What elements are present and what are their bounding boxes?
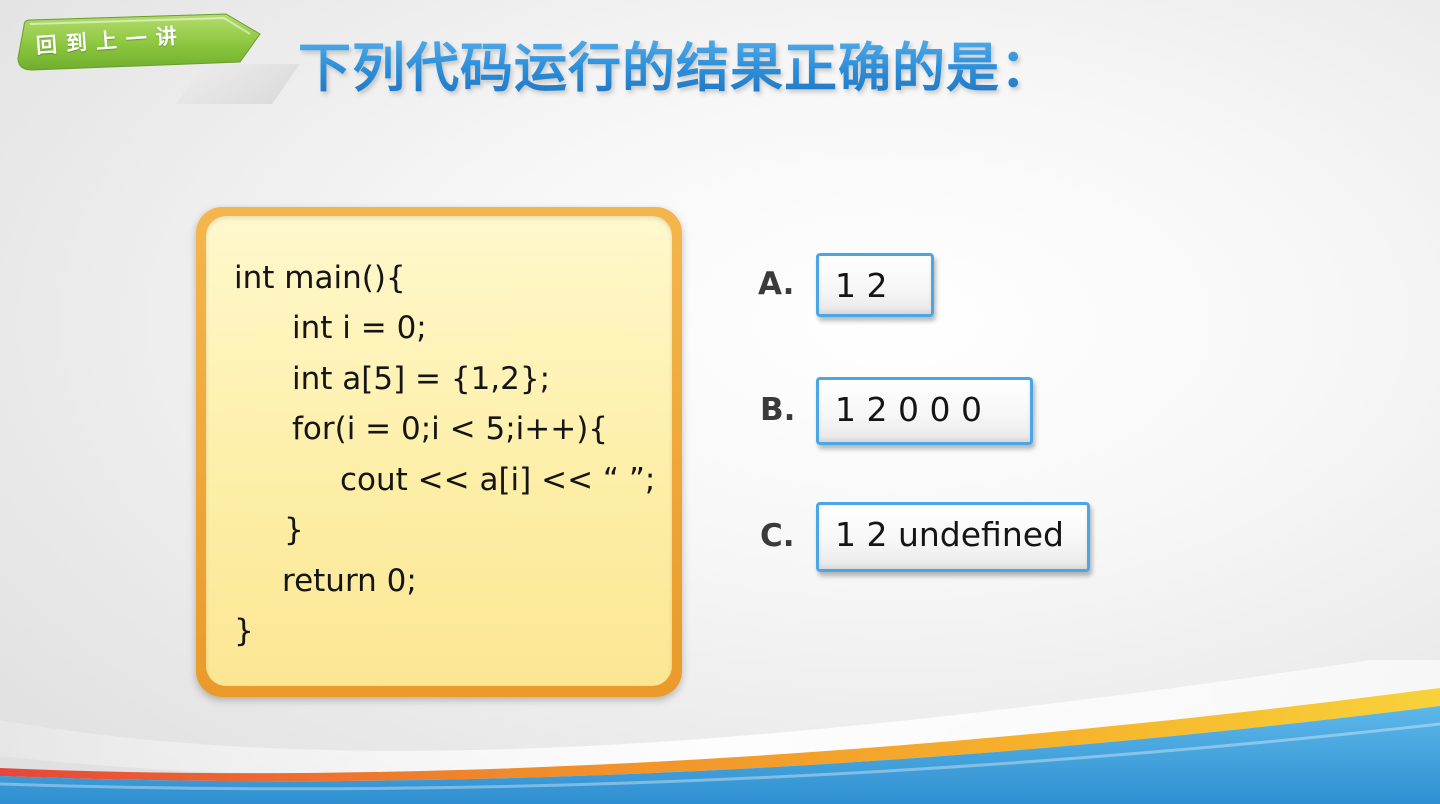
slide: 回到上一讲 下列代码运行的结果正确的是： int main(){ int i =… [0,0,1440,804]
option-a-button[interactable]: 1 2 [816,253,934,317]
back-to-previous-lecture-button[interactable]: 回到上一讲 [14,12,264,74]
code-panel-inner: int main(){ int i = 0; int a[5] = {1,2};… [206,216,672,686]
code-line: int i = 0; [292,310,427,346]
option-b-button[interactable]: 1 2 0 0 0 [816,377,1033,445]
code-line: } [234,613,254,649]
option-b-text: 1 2 0 0 0 [835,390,982,429]
option-c-text: 1 2 undefined [835,515,1065,554]
code-line: } [284,512,304,548]
code-line: for(i = 0;i < 5;i++){ [292,411,609,447]
code-line: cout << a[i] << “ ”; [340,462,656,498]
code-line: int main(){ [234,260,406,296]
bottom-swoosh-decoration [0,660,1440,804]
option-c-letter: C. [760,518,795,554]
option-a-text: 1 2 [835,266,888,305]
option-b-letter: B. [760,392,796,428]
code-panel: int main(){ int i = 0; int a[5] = {1,2};… [196,207,682,697]
option-a-letter: A. [758,266,795,302]
option-c-button[interactable]: 1 2 undefined [816,502,1090,572]
code-line: return 0; [282,563,417,599]
page-title: 下列代码运行的结果正确的是： [298,26,1054,102]
code-line: int a[5] = {1,2}; [292,361,551,397]
